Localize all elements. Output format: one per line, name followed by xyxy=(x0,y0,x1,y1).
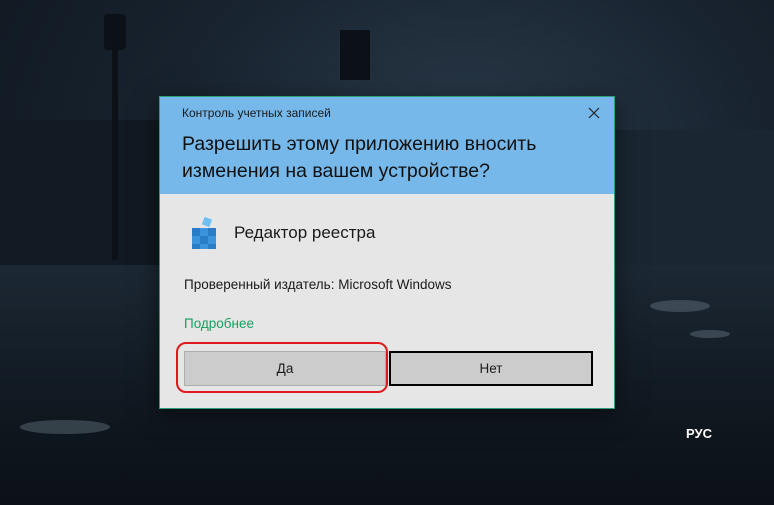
details-link[interactable]: Подробнее xyxy=(184,316,254,331)
light-reflection xyxy=(650,300,710,312)
close-button[interactable] xyxy=(583,102,605,124)
street-lamp xyxy=(112,20,118,260)
close-icon xyxy=(588,107,600,119)
dialog-title: Контроль учетных записей xyxy=(182,106,331,120)
light-reflection xyxy=(690,330,730,338)
uac-question: Разрешить этому приложению вносить измен… xyxy=(182,133,537,182)
uac-header: Контроль учетных записей Разрешить этому… xyxy=(160,97,614,194)
monument-silhouette xyxy=(340,30,370,80)
no-button[interactable]: Нет xyxy=(389,351,593,386)
yes-button[interactable]: Да xyxy=(184,351,386,386)
street-lamp-head xyxy=(104,14,126,50)
light-reflection xyxy=(20,420,110,434)
app-name: Редактор реестра xyxy=(234,223,376,242)
building-silhouette xyxy=(0,120,160,270)
language-indicator[interactable]: РУС xyxy=(686,426,712,441)
uac-dialog: Контроль учетных записей Разрешить этому… xyxy=(159,96,615,409)
building-silhouette xyxy=(615,130,774,270)
registry-editor-icon xyxy=(192,216,216,249)
app-info: Редактор реестра xyxy=(188,215,375,251)
publisher-text: Проверенный издатель: Microsoft Windows xyxy=(184,277,452,292)
